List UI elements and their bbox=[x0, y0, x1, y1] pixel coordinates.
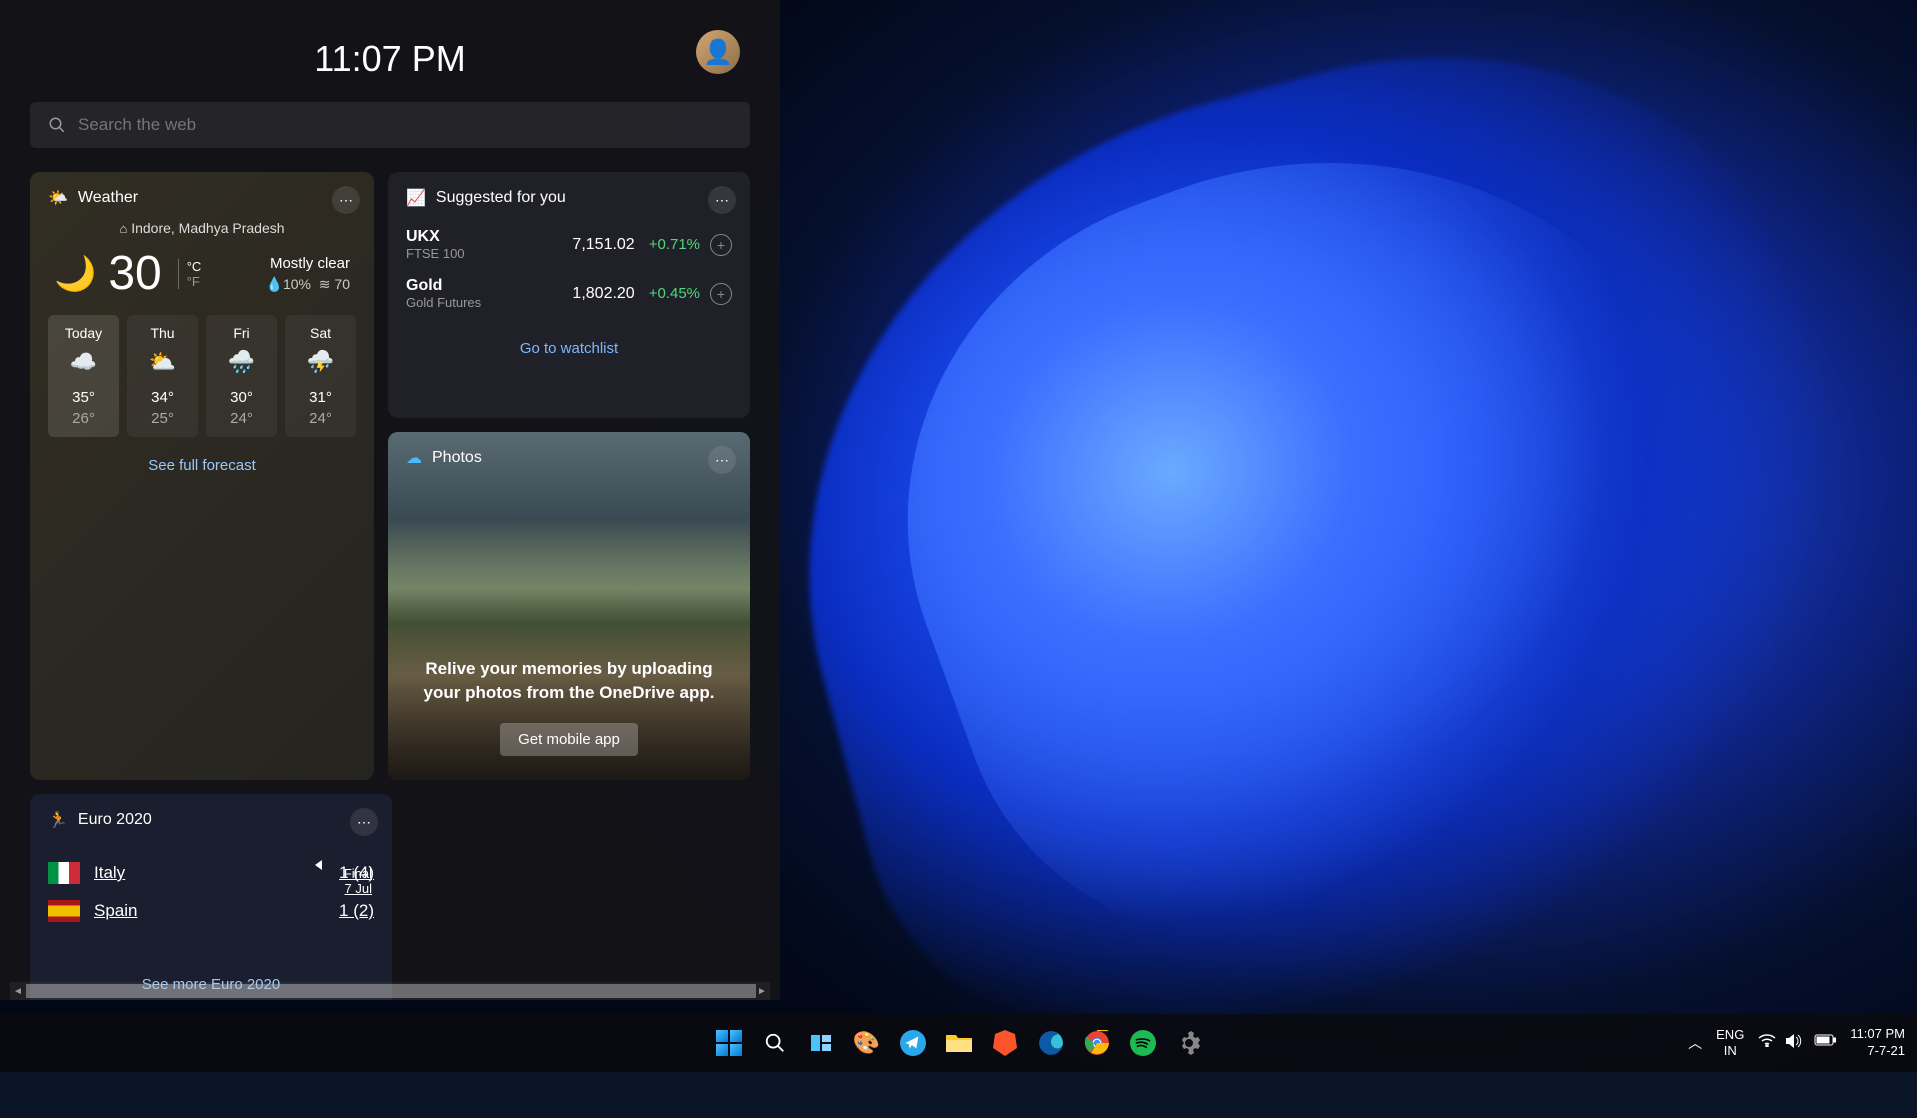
match-info[interactable]: Final 7 Jul bbox=[344, 866, 372, 896]
weather-temp: 30 bbox=[108, 246, 161, 301]
weather-menu-button[interactable]: ⋯ bbox=[332, 186, 360, 214]
file-explorer-button[interactable] bbox=[940, 1024, 978, 1062]
edge-icon bbox=[1038, 1030, 1064, 1056]
weather-header: 🌤️ Weather bbox=[48, 188, 356, 208]
system-tray: ︿ ENG IN 11:07 PM 7-7-21 bbox=[1688, 1026, 1905, 1060]
forecast-day[interactable]: Fri 🌧️ 30° 24° bbox=[206, 315, 277, 437]
chrome-button[interactable] bbox=[1078, 1024, 1116, 1062]
cloud-icon: ☁️ bbox=[52, 349, 115, 375]
stock-row[interactable]: Gold Gold Futures 1,802.20 +0.45% + bbox=[406, 269, 732, 318]
task-view-button[interactable] bbox=[802, 1024, 840, 1062]
telegram-button[interactable] bbox=[894, 1024, 932, 1062]
sports-title: Euro 2020 bbox=[78, 811, 152, 829]
moon-icon: 🌙 bbox=[54, 254, 96, 294]
weather-location: ⌂ Indore, Madhya Pradesh bbox=[48, 220, 356, 236]
scroll-left-arrow[interactable]: ◄ bbox=[10, 982, 26, 1000]
edge-button[interactable] bbox=[1032, 1024, 1070, 1062]
scroll-right-arrow[interactable]: ► bbox=[754, 982, 770, 1000]
weather-widget[interactable]: 🌤️ Weather ⋯ ⌂ Indore, Madhya Pradesh 🌙 … bbox=[30, 172, 374, 780]
weather-icon: 🌤️ bbox=[48, 188, 68, 208]
team-row[interactable]: Italy 1 (4) bbox=[48, 854, 374, 892]
search-input[interactable] bbox=[78, 115, 732, 135]
gear-icon bbox=[1177, 1031, 1201, 1055]
folder-icon bbox=[946, 1032, 972, 1054]
sports-widget[interactable]: 🏃 Euro 2020 ⋯ Italy 1 (4) Spain 1 (2) Fi… bbox=[30, 794, 392, 1000]
stocks-icon: 📈 bbox=[406, 188, 426, 208]
photos-title: Photos bbox=[432, 449, 482, 467]
wind-icon: ≋ bbox=[319, 276, 331, 292]
stocks-menu-button[interactable]: ⋯ bbox=[708, 186, 736, 214]
horizontal-scrollbar[interactable]: ◄ ► bbox=[10, 982, 770, 1000]
winner-indicator-icon bbox=[315, 860, 322, 870]
get-app-button[interactable]: Get mobile app bbox=[500, 723, 638, 756]
panel-time: 11:07 PM bbox=[314, 38, 465, 80]
forecast-day[interactable]: Sat ⛈️ 31° 24° bbox=[285, 315, 356, 437]
sports-menu-button[interactable]: ⋯ bbox=[350, 808, 378, 836]
brave-button[interactable] bbox=[986, 1024, 1024, 1062]
storm-icon: ⛈️ bbox=[289, 349, 352, 375]
start-button[interactable] bbox=[710, 1024, 748, 1062]
weather-condition: Mostly clear 💧10% ≋ 70 bbox=[266, 255, 350, 293]
settings-button[interactable] bbox=[1170, 1024, 1208, 1062]
tray-overflow-button[interactable]: ︿ bbox=[1688, 1033, 1702, 1053]
photos-menu-button[interactable]: ⋯ bbox=[708, 446, 736, 474]
task-view-icon bbox=[809, 1031, 833, 1055]
location-icon: ⌂ bbox=[119, 221, 127, 236]
photos-text: Relive your memories by uploading your p… bbox=[418, 657, 720, 705]
taskbar-center: 🎨 bbox=[710, 1024, 1208, 1062]
taskbar-search-button[interactable] bbox=[756, 1024, 794, 1062]
language-indicator[interactable]: ENG IN bbox=[1716, 1027, 1744, 1058]
scrollbar-thumb[interactable] bbox=[26, 984, 756, 998]
watchlist-link[interactable]: Go to watchlist bbox=[406, 318, 732, 357]
flag-italy bbox=[48, 862, 80, 884]
volume-icon[interactable] bbox=[1786, 1033, 1804, 1054]
sports-icon: 🏃 bbox=[48, 810, 68, 830]
user-avatar[interactable]: 👤 bbox=[696, 30, 740, 74]
telegram-icon bbox=[900, 1030, 926, 1056]
rain-icon: 🌧️ bbox=[210, 349, 273, 375]
flag-spain bbox=[48, 900, 80, 922]
forecast-day[interactable]: Thu ⛅ 34° 25° bbox=[127, 315, 198, 437]
panel-header: 11:07 PM 👤 bbox=[30, 20, 750, 102]
weather-forecast: Today ☁️ 35° 26° Thu ⛅ 34° 25° Fri 🌧️ 30… bbox=[48, 315, 356, 437]
tray-status-icons[interactable] bbox=[1758, 1033, 1836, 1054]
weather-current: 🌙 30 °C °F Mostly clear 💧10% ≋ 70 bbox=[48, 246, 356, 315]
add-stock-button[interactable]: + bbox=[710, 234, 732, 256]
taskbar-app-1[interactable]: 🎨 bbox=[848, 1024, 886, 1062]
match-result: Italy 1 (4) Spain 1 (2) bbox=[48, 842, 374, 942]
weather-title: Weather bbox=[78, 189, 138, 207]
search-icon bbox=[48, 116, 66, 134]
battery-icon[interactable] bbox=[1814, 1033, 1836, 1054]
taskbar-clock[interactable]: 11:07 PM 7-7-21 bbox=[1850, 1026, 1905, 1060]
wifi-icon[interactable] bbox=[1758, 1033, 1776, 1054]
widgets-panel: 11:07 PM 👤 🌤️ Weather ⋯ ⌂ Indore, Madhya… bbox=[0, 0, 780, 1000]
search-bar[interactable] bbox=[30, 102, 750, 148]
team-row[interactable]: Spain 1 (2) bbox=[48, 892, 374, 930]
stocks-header: 📈 Suggested for you bbox=[406, 188, 732, 208]
spotify-button[interactable] bbox=[1124, 1024, 1162, 1062]
see-forecast-link[interactable]: See full forecast bbox=[48, 451, 356, 478]
partly-cloudy-icon: ⛅ bbox=[131, 349, 194, 375]
droplet-icon: 💧 bbox=[266, 276, 283, 292]
sports-header: 🏃 Euro 2020 bbox=[48, 810, 374, 830]
stocks-widget[interactable]: 📈 Suggested for you ⋯ UKX FTSE 100 7,151… bbox=[388, 172, 750, 418]
stock-row[interactable]: UKX FTSE 100 7,151.02 +0.71% + bbox=[406, 220, 732, 269]
forecast-day[interactable]: Today ☁️ 35° 26° bbox=[48, 315, 119, 437]
onedrive-icon: ☁ bbox=[406, 448, 422, 468]
temp-unit-toggle[interactable]: °C °F bbox=[178, 259, 202, 289]
add-stock-button[interactable]: + bbox=[710, 283, 732, 305]
taskbar: 🎨 ︿ ENG IN bbox=[0, 1014, 1917, 1072]
windows-logo-icon bbox=[716, 1030, 742, 1056]
photos-widget[interactable]: ☁ Photos ⋯ Relive your memories by uploa… bbox=[388, 432, 750, 780]
spotify-icon bbox=[1130, 1030, 1156, 1056]
brave-icon bbox=[993, 1030, 1017, 1056]
stocks-title: Suggested for you bbox=[436, 189, 566, 207]
chrome-icon bbox=[1084, 1030, 1110, 1056]
search-icon bbox=[764, 1032, 786, 1054]
